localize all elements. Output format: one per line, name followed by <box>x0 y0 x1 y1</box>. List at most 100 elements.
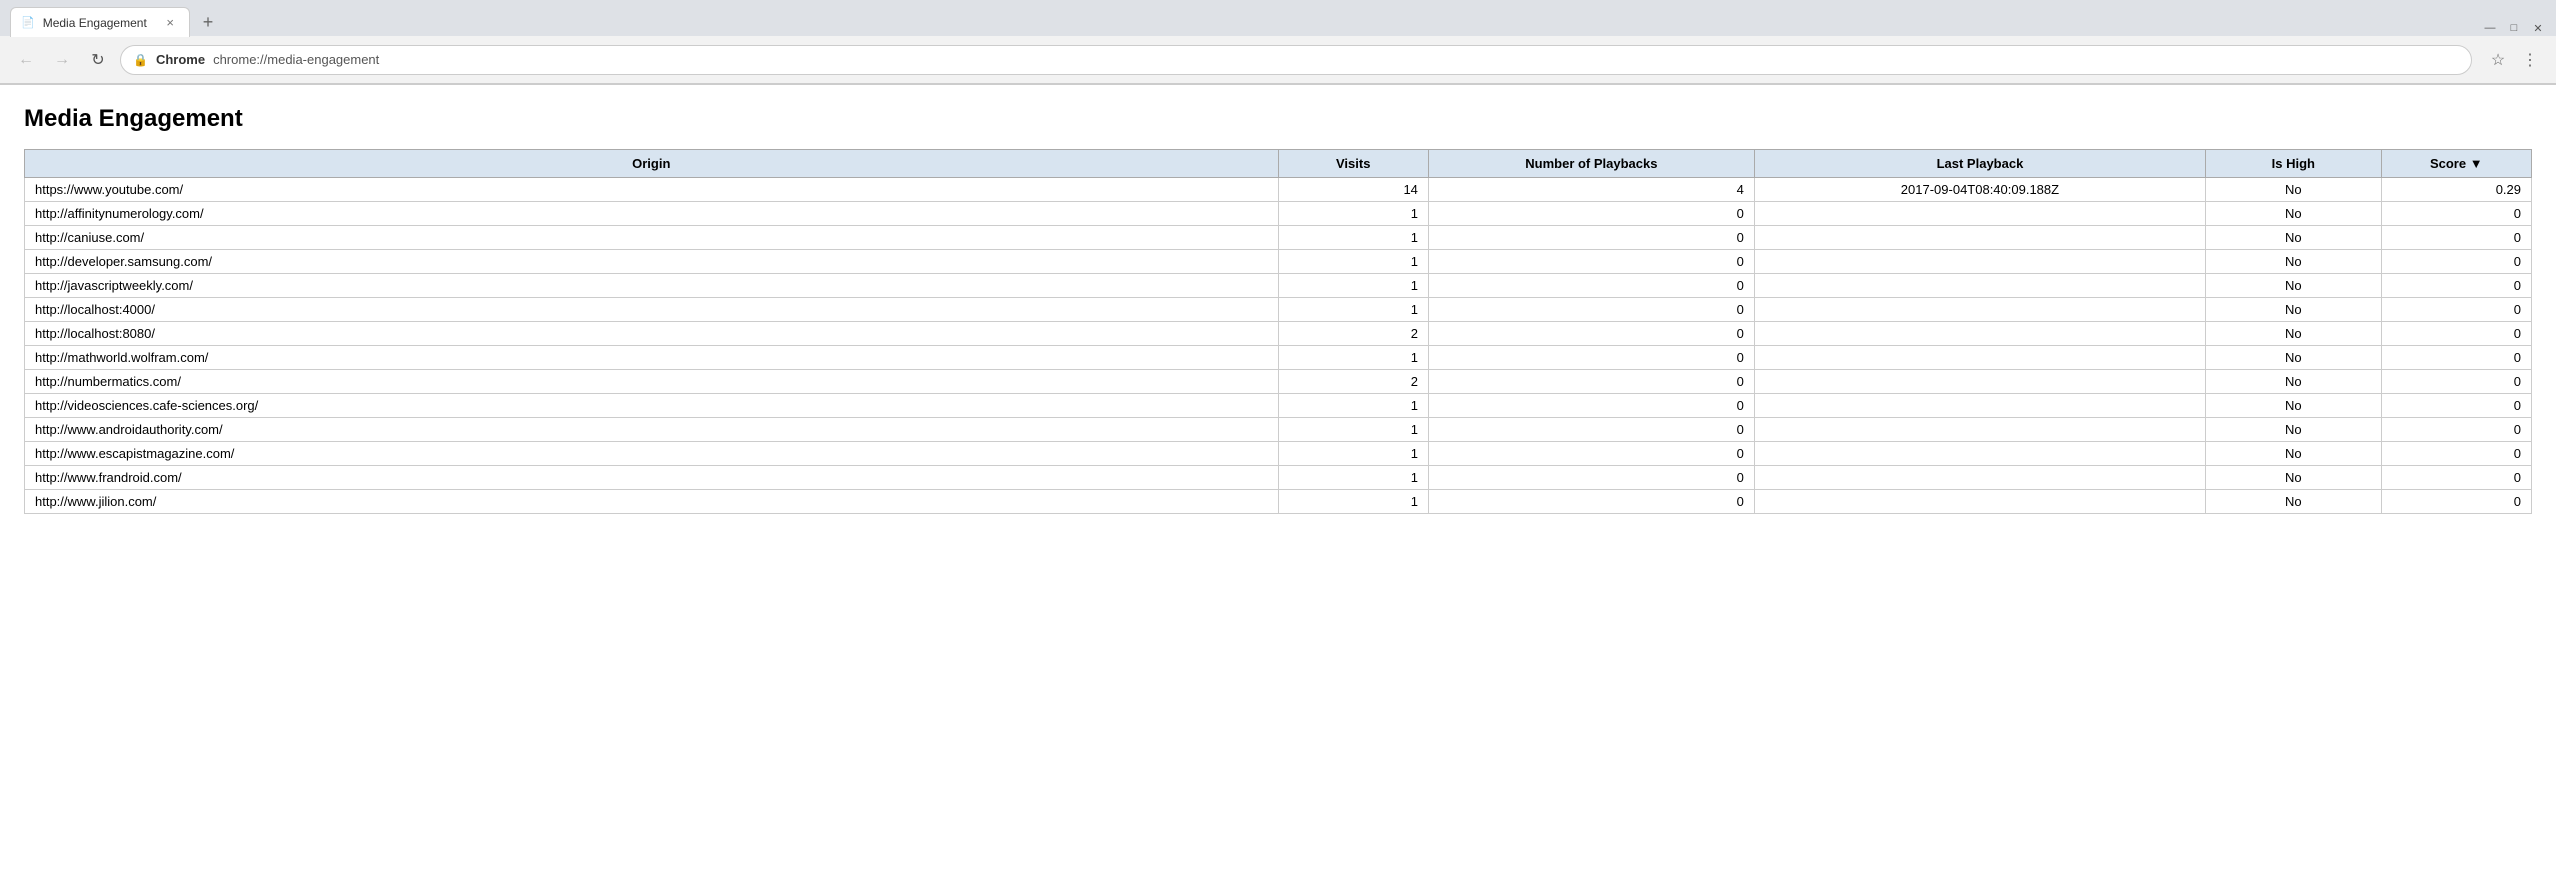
cell-origin: http://www.jilion.com/ <box>25 490 1279 514</box>
cell-last-playback <box>1754 202 2205 226</box>
cell-score: 0 <box>2381 490 2531 514</box>
cell-is-high: No <box>2206 442 2381 466</box>
cell-last-playback <box>1754 250 2205 274</box>
cell-is-high: No <box>2206 178 2381 202</box>
cell-playbacks: 0 <box>1428 490 1754 514</box>
cell-last-playback <box>1754 226 2205 250</box>
cell-origin: https://www.youtube.com/ <box>25 178 1279 202</box>
cell-score: 0 <box>2381 346 2531 370</box>
cell-score: 0 <box>2381 394 2531 418</box>
cell-origin: http://localhost:8080/ <box>25 322 1279 346</box>
address-bar-row: ← → ↻ 🔒 Chrome chrome://media-engagement… <box>0 36 2556 84</box>
cell-score: 0 <box>2381 370 2531 394</box>
header-is-high[interactable]: Is High <box>2206 150 2381 178</box>
cell-score: 0.29 <box>2381 178 2531 202</box>
cell-is-high: No <box>2206 370 2381 394</box>
menu-button[interactable]: ⋮ <box>2516 46 2544 74</box>
bookmark-button[interactable]: ☆ <box>2484 46 2512 74</box>
reload-button[interactable]: ↻ <box>84 46 112 74</box>
cell-playbacks: 0 <box>1428 250 1754 274</box>
table-row: http://localhost:8080/20No0 <box>25 322 2532 346</box>
table-row: http://numbermatics.com/20No0 <box>25 370 2532 394</box>
table-row: http://www.androidauthority.com/10No0 <box>25 418 2532 442</box>
tab-bar: 📄 Media Engagement × + — □ ✕ <box>0 0 2556 36</box>
cell-is-high: No <box>2206 418 2381 442</box>
cell-visits: 1 <box>1278 274 1428 298</box>
cell-visits: 1 <box>1278 418 1428 442</box>
table-row: http://javascriptweekly.com/10No0 <box>25 274 2532 298</box>
minimize-button[interactable]: — <box>2482 20 2498 36</box>
cell-visits: 1 <box>1278 298 1428 322</box>
forward-button[interactable]: → <box>48 46 76 74</box>
close-button[interactable]: ✕ <box>2530 20 2546 36</box>
header-visits[interactable]: Visits <box>1278 150 1428 178</box>
cell-visits: 2 <box>1278 370 1428 394</box>
header-last-playback[interactable]: Last Playback <box>1754 150 2205 178</box>
table-header: Origin Visits Number of Playbacks Last P… <box>25 150 2532 178</box>
table-wrapper: Origin Visits Number of Playbacks Last P… <box>24 149 2532 514</box>
active-tab[interactable]: 📄 Media Engagement × <box>10 7 190 37</box>
table-row: http://www.jilion.com/10No0 <box>25 490 2532 514</box>
window-controls: — □ ✕ <box>2482 20 2546 36</box>
cell-playbacks: 0 <box>1428 442 1754 466</box>
cell-origin: http://videosciences.cafe-sciences.org/ <box>25 394 1279 418</box>
address-brand: Chrome <box>156 52 205 67</box>
cell-is-high: No <box>2206 298 2381 322</box>
cell-playbacks: 0 <box>1428 418 1754 442</box>
tab-page-icon: 📄 <box>21 16 35 29</box>
table-row: http://affinitynumerology.com/10No0 <box>25 202 2532 226</box>
cell-visits: 1 <box>1278 442 1428 466</box>
cell-origin: http://www.escapistmagazine.com/ <box>25 442 1279 466</box>
table-row: http://developer.samsung.com/10No0 <box>25 250 2532 274</box>
cell-playbacks: 0 <box>1428 322 1754 346</box>
cell-is-high: No <box>2206 202 2381 226</box>
new-tab-button[interactable]: + <box>194 8 222 36</box>
cell-origin: http://mathworld.wolfram.com/ <box>25 346 1279 370</box>
cell-is-high: No <box>2206 322 2381 346</box>
table-row: http://www.frandroid.com/10No0 <box>25 466 2532 490</box>
page-title: Media Engagement <box>24 105 2532 133</box>
cell-visits: 1 <box>1278 226 1428 250</box>
cell-is-high: No <box>2206 346 2381 370</box>
cell-origin: http://affinitynumerology.com/ <box>25 202 1279 226</box>
address-actions: ☆ ⋮ <box>2484 46 2544 74</box>
cell-score: 0 <box>2381 274 2531 298</box>
cell-last-playback <box>1754 490 2205 514</box>
cell-playbacks: 0 <box>1428 466 1754 490</box>
cell-visits: 14 <box>1278 178 1428 202</box>
cell-origin: http://javascriptweekly.com/ <box>25 274 1279 298</box>
address-bar[interactable]: 🔒 Chrome chrome://media-engagement <box>120 45 2472 75</box>
cell-playbacks: 0 <box>1428 226 1754 250</box>
table-row: http://videosciences.cafe-sciences.org/1… <box>25 394 2532 418</box>
cell-last-playback <box>1754 274 2205 298</box>
tab-title: Media Engagement <box>43 16 156 30</box>
table-row: http://www.escapistmagazine.com/10No0 <box>25 442 2532 466</box>
cell-playbacks: 0 <box>1428 370 1754 394</box>
maximize-button[interactable]: □ <box>2506 20 2522 36</box>
tab-close-button[interactable]: × <box>163 14 177 31</box>
cell-visits: 1 <box>1278 394 1428 418</box>
cell-score: 0 <box>2381 250 2531 274</box>
cell-last-playback <box>1754 442 2205 466</box>
back-button[interactable]: ← <box>12 46 40 74</box>
header-score[interactable]: Score ▼ <box>2381 150 2531 178</box>
header-origin[interactable]: Origin <box>25 150 1279 178</box>
cell-origin: http://developer.samsung.com/ <box>25 250 1279 274</box>
cell-score: 0 <box>2381 418 2531 442</box>
cell-score: 0 <box>2381 202 2531 226</box>
cell-playbacks: 4 <box>1428 178 1754 202</box>
cell-origin: http://www.frandroid.com/ <box>25 466 1279 490</box>
cell-is-high: No <box>2206 466 2381 490</box>
cell-is-high: No <box>2206 394 2381 418</box>
cell-playbacks: 0 <box>1428 394 1754 418</box>
header-playbacks[interactable]: Number of Playbacks <box>1428 150 1754 178</box>
cell-last-playback <box>1754 322 2205 346</box>
table-row: http://localhost:4000/10No0 <box>25 298 2532 322</box>
table-row: https://www.youtube.com/1442017-09-04T08… <box>25 178 2532 202</box>
cell-playbacks: 0 <box>1428 346 1754 370</box>
cell-visits: 2 <box>1278 322 1428 346</box>
cell-last-playback <box>1754 346 2205 370</box>
cell-score: 0 <box>2381 466 2531 490</box>
cell-last-playback <box>1754 394 2205 418</box>
cell-score: 0 <box>2381 442 2531 466</box>
